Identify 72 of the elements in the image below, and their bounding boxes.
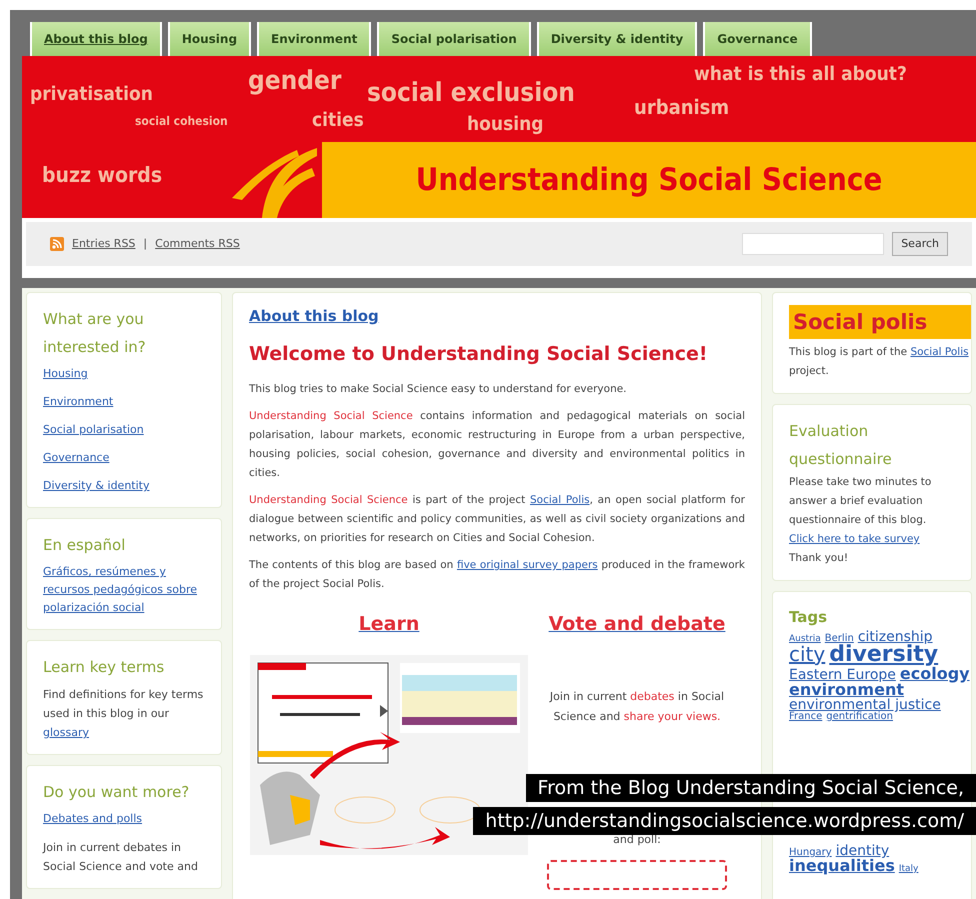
buzz-word: what is this all about? bbox=[694, 62, 907, 87]
tag-link[interactable]: gentrification bbox=[826, 712, 893, 722]
vote-debate-link[interactable]: Vote and debate bbox=[548, 610, 726, 638]
widget-text: This blog is part of the Social Polis project. bbox=[789, 345, 970, 379]
widget-title: What are you interested in? bbox=[43, 309, 147, 358]
nav-tab[interactable]: Governance bbox=[703, 22, 812, 56]
tag-link[interactable]: diversity bbox=[829, 644, 938, 666]
nav-tab[interactable]: Environment bbox=[257, 22, 372, 56]
widget-text: Join in current debates in Social Science and vote and bbox=[43, 840, 199, 875]
tag-link[interactable]: France bbox=[789, 712, 822, 722]
blog-title: Understanding Social Science bbox=[416, 160, 882, 200]
nav-tab[interactable]: Diversity & identity bbox=[536, 22, 698, 56]
post-paragraph: This blog tries to make Social Science easy to understand for everyone. bbox=[249, 382, 628, 397]
tag-link[interactable]: citizenship bbox=[858, 630, 933, 644]
sidebar-link[interactable]: Diversity & identity bbox=[43, 477, 205, 495]
tag-link[interactable]: inequalities bbox=[789, 858, 895, 874]
social-polis-logo: Social polis bbox=[789, 305, 971, 339]
buzz-word: gender bbox=[248, 65, 342, 98]
nav-tab[interactable]: About this blog bbox=[30, 22, 162, 56]
tag-link[interactable]: Berlin bbox=[824, 634, 854, 644]
widget-title: Learn key terms bbox=[43, 657, 166, 678]
comments-rss-link[interactable]: Comments RSS bbox=[155, 236, 240, 252]
tag-link[interactable]: identity bbox=[836, 844, 890, 858]
buzz-word: urbanism bbox=[634, 94, 730, 121]
post-paragraph: Understanding Social Science is part of the project Social Polis, an open social platform for dialogue between scientific and policy communities, as well as civil society organizations and networks, on priorities for research on Cities and Social Cohesion. bbox=[249, 493, 745, 546]
text-link[interactable]: Social Polis bbox=[530, 494, 590, 506]
glossary-link[interactable]: glossary bbox=[43, 726, 90, 739]
sidebar-link[interactable]: Gráficos, resúmenes y recursos pedagógicos sobre polarización social bbox=[43, 563, 205, 617]
nav-tab[interactable]: Social polarisation bbox=[377, 22, 531, 56]
post-heading: Welcome to Understanding Social Science! bbox=[249, 342, 709, 366]
tag-link[interactable]: Austria bbox=[789, 635, 821, 644]
tag-link[interactable]: Italy bbox=[898, 865, 918, 874]
buzz-word: cities bbox=[312, 108, 364, 133]
search-field[interactable] bbox=[742, 233, 884, 255]
vote-text: Join in current debates in Social Science and share your views. bbox=[548, 688, 726, 724]
tag-link[interactable]: city bbox=[789, 644, 826, 664]
buzz-word: social cohesion bbox=[135, 113, 228, 130]
thanks-text: Thank you! bbox=[789, 551, 850, 566]
tag-link[interactable]: Eastern Europe bbox=[789, 668, 896, 682]
rss-icon bbox=[50, 237, 64, 251]
entries-rss-link[interactable]: Entries RSS bbox=[72, 236, 136, 252]
tag-link[interactable]: environment bbox=[789, 682, 904, 698]
tag-link[interactable]: ecology bbox=[900, 666, 970, 682]
post-paragraph: The contents of this blog are based on five original survey papers produced in the framework of the project Social Polis. bbox=[249, 558, 745, 592]
survey-link[interactable]: Click here to take survey bbox=[789, 530, 971, 549]
buzz-word: social exclusion bbox=[367, 77, 575, 110]
widget-title: En español bbox=[43, 535, 126, 556]
breadcrumb-link[interactable]: About this blog bbox=[249, 307, 379, 325]
widget-title: Do you want more? bbox=[43, 782, 190, 803]
tag-link[interactable]: environmental justice bbox=[789, 698, 941, 712]
tag-link[interactable]: Hungary bbox=[789, 848, 832, 858]
nav-tab[interactable]: Housing bbox=[168, 22, 252, 56]
source-caption: From the Blog Understanding Social Science, bbox=[526, 774, 976, 802]
widget-text: Find definitions for key terms used in this blog in our glossary bbox=[43, 687, 204, 741]
post-paragraph: Understanding Social Science contains information and pedagogical materials on social polarisation, labour markets, economic restructuring in Europe from a urban perspective, housing policies, social cohesion, governance and diversity and environmental politics in cities. bbox=[249, 409, 745, 481]
sidebar-link[interactable]: Social polarisation bbox=[43, 421, 205, 439]
buzz-word: housing bbox=[467, 112, 544, 137]
widget-title: Evaluation questionnaire bbox=[789, 421, 893, 470]
social-polis-link[interactable]: Social Polis bbox=[910, 346, 969, 358]
separator: | bbox=[143, 236, 148, 252]
text-link[interactable]: five original survey papers bbox=[456, 559, 598, 571]
search-button[interactable]: Search bbox=[892, 232, 948, 256]
sidebar-link[interactable]: Housing bbox=[43, 365, 205, 383]
buzz-word: buzz words bbox=[42, 162, 162, 189]
widget-text: Please take two minutes to answer a brief evaluation questionnaire of this blog. bbox=[789, 475, 932, 528]
learn-link[interactable]: Learn bbox=[358, 610, 420, 638]
widget-title: Tags bbox=[789, 607, 828, 628]
buzz-word: privatisation bbox=[30, 82, 153, 107]
sidebar-link[interactable]: Governance bbox=[43, 449, 205, 467]
sidebar-link[interactable]: Debates and polls bbox=[43, 810, 205, 828]
source-caption: http://understandingsocialscience.wordpress.com/ bbox=[473, 807, 976, 835]
sidebar-link[interactable]: Environment bbox=[43, 393, 205, 411]
